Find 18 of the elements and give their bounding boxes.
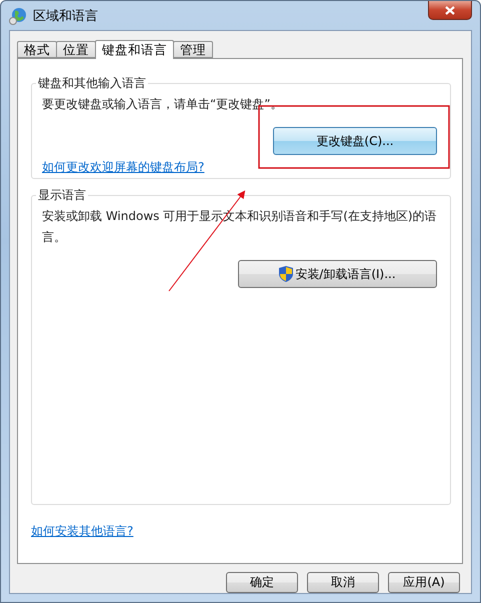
window-title: 区域和语言: [33, 8, 99, 24]
dialog-button[interactable]: 应用(A): [388, 572, 460, 593]
tab[interactable]: 键盘和语言: [95, 40, 174, 59]
action-button[interactable]: 更改键盘(C)...: [273, 127, 437, 155]
close-icon: [445, 6, 455, 14]
shield-icon: [279, 266, 294, 282]
dialog-button[interactable]: 确定: [226, 572, 298, 593]
help-link[interactable]: 如何安装其他语言?: [31, 523, 134, 540]
globe-icon: [9, 6, 27, 24]
group-title: 键盘和其他输入语言: [37, 75, 147, 92]
tab[interactable]: 格式: [17, 41, 57, 58]
close-button[interactable]: [428, 1, 472, 20]
action-button[interactable]: 安装/卸载语言(I)...: [238, 260, 437, 288]
group-title: 显示语言: [37, 187, 87, 204]
help-link[interactable]: 如何更改欢迎屏幕的键盘布局?: [42, 159, 204, 176]
tab[interactable]: 位置: [56, 41, 96, 58]
tab[interactable]: 管理: [173, 41, 213, 58]
dialog-button[interactable]: 取消: [307, 572, 379, 593]
